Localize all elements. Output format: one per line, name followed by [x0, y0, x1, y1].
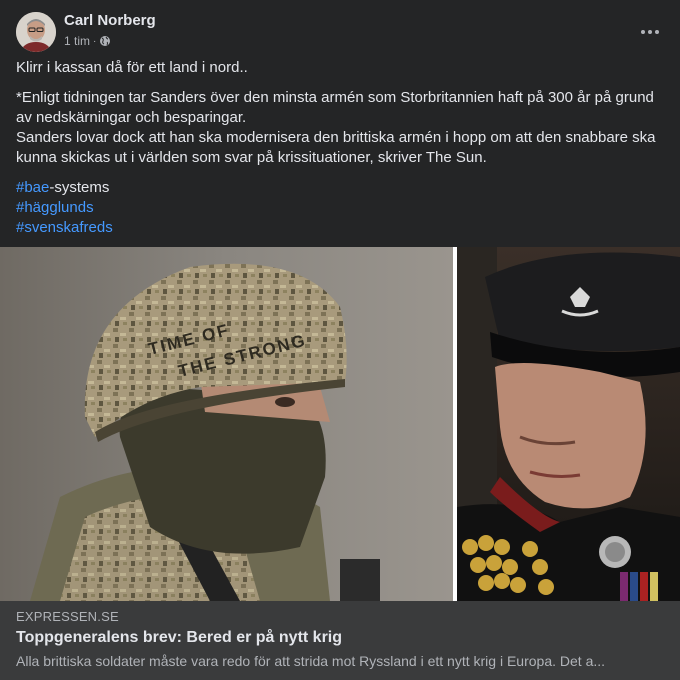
post-text: Klirr i kassan då för ett land i nord.. …	[16, 58, 664, 238]
hashtag-suffix: -systems	[49, 179, 110, 196]
avatar-image	[16, 12, 56, 52]
post-text-para2: *Enligt tidningen tar Sanders över den m…	[16, 89, 654, 126]
link-preview-box[interactable]: EXPRESSEN.SE Toppgeneralens brev: Bered …	[0, 601, 680, 680]
link-title[interactable]: Toppgeneralens brev: Bered er på nytt kr…	[16, 629, 342, 647]
author-avatar[interactable]	[16, 12, 56, 52]
hashtag-item: #svenskafreds	[16, 218, 664, 238]
post-meta: 1 tim ·	[64, 34, 111, 48]
link-description: Alla brittiska soldater måste vara redo …	[16, 653, 606, 669]
more-options-icon	[641, 30, 659, 34]
hashtag-list: #bae-systems #hägglunds #svenskafreds	[16, 178, 664, 238]
author-name[interactable]: Carl Norberg	[64, 12, 156, 29]
feed-post: Carl Norberg 1 tim · Klirr i kassan då f…	[0, 0, 680, 680]
link-domain: EXPRESSEN.SE	[16, 609, 119, 624]
hashtag-link[interactable]: #hägglunds	[16, 199, 94, 216]
post-header: Carl Norberg 1 tim ·	[16, 12, 664, 52]
post-time[interactable]: 1 tim	[64, 34, 90, 48]
post-text-line1: Klirr i kassan då för ett land i nord..	[16, 59, 248, 76]
post-text-para3: Sanders lovar dock att han ska modernise…	[16, 129, 656, 166]
hashtag-item: #bae-systems	[16, 178, 664, 198]
preview-photo: TIME OF THE STRONG	[0, 247, 680, 601]
more-options-button[interactable]	[636, 18, 664, 46]
globe-icon	[100, 36, 111, 46]
hashtag-item: #hägglunds	[16, 198, 664, 218]
hashtag-link[interactable]: #svenskafreds	[16, 219, 113, 236]
meta-separator: ·	[93, 35, 97, 47]
hashtag-link[interactable]: #bae	[16, 179, 49, 196]
link-preview-image[interactable]: TIME OF THE STRONG	[0, 247, 680, 601]
